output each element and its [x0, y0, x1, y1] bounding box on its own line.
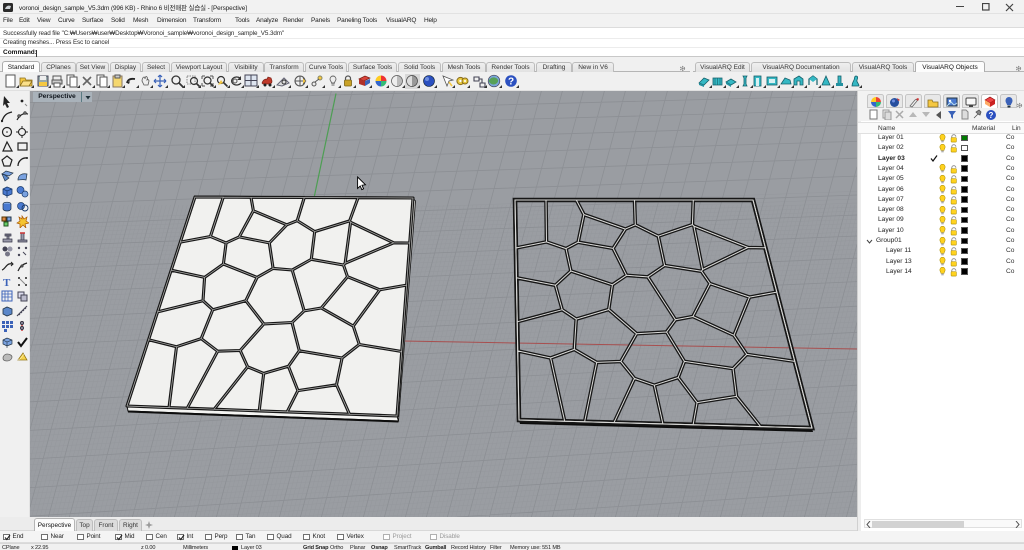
- svg-text:?: ?: [508, 77, 514, 88]
- svg-text:T: T: [3, 277, 11, 288]
- svg-text:?: ?: [989, 111, 994, 120]
